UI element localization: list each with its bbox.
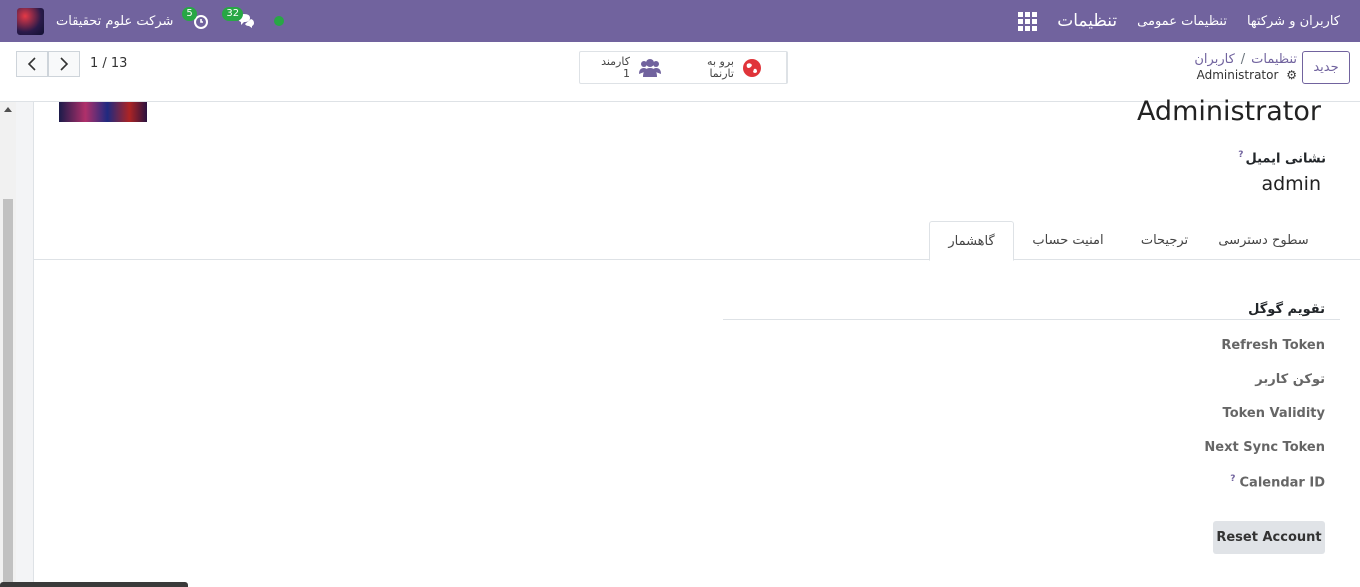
company-switcher[interactable]: شرکت علوم تحقیقات [56, 14, 173, 29]
gear-icon[interactable]: ⚙ [1286, 68, 1297, 82]
breadcrumb: تنظیمات / کاربران Administrator ⚙ [1194, 52, 1297, 82]
breadcrumb-separator: / [1240, 52, 1246, 67]
calendar-id-label: ? Calendar ID [1230, 474, 1325, 491]
breadcrumb-users[interactable]: کاربران [1194, 52, 1234, 67]
record-name: Administrator [1196, 68, 1279, 82]
google-calendar-title: تقویم گوگل [1248, 302, 1325, 317]
user-image[interactable] [59, 102, 147, 122]
smart-buttons: کارمند 1 برو به تارنما [579, 51, 788, 84]
tab-access-rights[interactable]: سطوح دسترسی [1207, 221, 1320, 260]
user-name[interactable]: Administrator [1137, 96, 1321, 127]
chevron-right-icon [60, 57, 69, 71]
bottom-bar [0, 582, 188, 587]
tab-preferences[interactable]: ترجیحات [1122, 221, 1207, 260]
tab-calendar[interactable]: گاهشمار [929, 221, 1014, 261]
refresh-token-label: Refresh Token [1221, 338, 1325, 353]
website-value: تارنما [709, 66, 734, 80]
website-smart-button[interactable]: برو به تارنما [683, 52, 787, 83]
pager-value[interactable]: 1 / 13 [90, 56, 127, 71]
user-avatar[interactable] [17, 7, 44, 35]
employee-smart-button[interactable]: کارمند 1 [580, 52, 683, 83]
menu-general-settings[interactable]: تنظیمات عمومی [1137, 14, 1227, 29]
scroll-up-arrow-icon[interactable] [4, 107, 12, 112]
scrollbar[interactable] [0, 102, 16, 587]
navbar-systray: شرکت علوم تحقیقات 5 32 [17, 0, 285, 42]
app-name[interactable]: تنظیمات [1057, 11, 1117, 31]
employee-label: کارمند [601, 54, 630, 68]
token-validity-label: Token Validity [1222, 406, 1325, 421]
globe-icon [742, 58, 761, 77]
menu-users-companies[interactable]: کاربران و شرکتها [1247, 14, 1340, 29]
new-button[interactable]: جدید [1302, 51, 1350, 84]
messages-button[interactable]: 32 [222, 7, 256, 32]
apps-grid-icon[interactable] [1018, 11, 1038, 31]
navbar-menu: تنظیمات تنظیمات عمومی کاربران و شرکتها [1018, 0, 1340, 42]
scroll-thumb[interactable] [3, 199, 13, 587]
activity-button[interactable]: 5 [182, 7, 212, 32]
help-icon[interactable]: ? [1230, 474, 1235, 484]
top-navbar: تنظیمات تنظیمات عمومی کاربران و شرکتها ش… [0, 0, 1360, 42]
form-sheet [33, 102, 1360, 587]
users-icon [638, 58, 661, 77]
group-divider [723, 319, 1340, 320]
form-tabs: سطوح دسترسی ترجیحات امنیت حساب گاهشمار [33, 221, 1360, 261]
help-icon[interactable]: ? [1238, 150, 1243, 160]
pager-next-button[interactable] [48, 51, 80, 77]
tab-account-security[interactable]: امنیت حساب [1014, 221, 1122, 260]
status-indicator [274, 16, 285, 26]
messages-badge: 32 [222, 7, 244, 21]
user-token-label: توکن کاربر [1255, 372, 1325, 387]
pager-prev-button[interactable] [16, 51, 48, 77]
activity-badge: 5 [182, 7, 197, 21]
control-panel: 1 / 13 کارمند 1 برو به تارنما جدید تنظیم… [0, 42, 1360, 102]
email-label: نشانی ایمیل? [1238, 150, 1326, 167]
breadcrumb-settings[interactable]: تنظیمات [1251, 52, 1297, 67]
chevron-left-icon [27, 57, 36, 71]
reset-account-button[interactable]: Reset Account [1213, 521, 1325, 554]
employee-count: 1 [622, 66, 630, 80]
email-value[interactable]: admin [1261, 173, 1321, 195]
website-label: برو به [707, 54, 734, 68]
next-sync-token-label: Next Sync Token [1204, 440, 1325, 455]
